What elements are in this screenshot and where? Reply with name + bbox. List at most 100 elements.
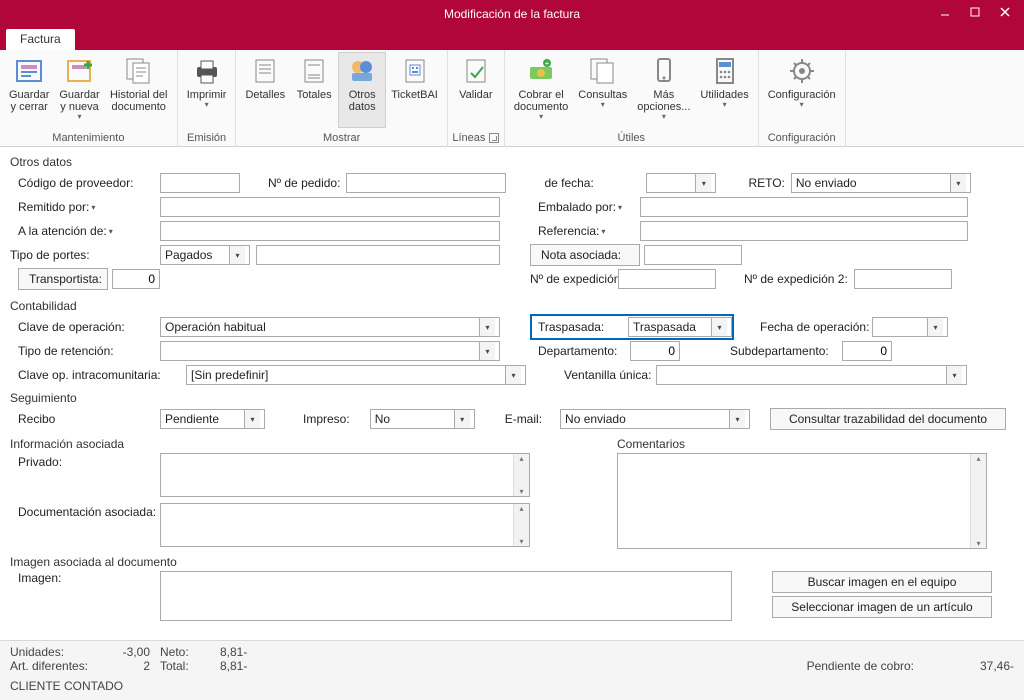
btn-nota-asociada[interactable]: Nota asociada: xyxy=(530,244,640,266)
lbl-remitido[interactable]: Remitido por: xyxy=(10,197,160,217)
input-exp2[interactable] xyxy=(854,269,952,289)
section-contabilidad: Contabilidad xyxy=(10,299,1014,313)
validar-icon xyxy=(460,55,492,87)
combo-tipo-ret[interactable]: ▾ xyxy=(160,341,500,361)
textarea-doc-asoc[interactable]: ▴▾ xyxy=(160,503,530,547)
otros-datos-button[interactable]: Otros datos xyxy=(338,52,386,128)
ribbon: Guardar y cerrar Guardar y nueva▾ Histor… xyxy=(0,50,1024,147)
detalles-icon xyxy=(249,55,281,87)
input-embalado[interactable] xyxy=(640,197,968,217)
scrollbar[interactable]: ▴▾ xyxy=(970,454,986,548)
textarea-comentarios[interactable]: ▴▾ xyxy=(617,453,987,549)
combo-tipo-portes[interactable]: Pagados▾ xyxy=(160,245,250,265)
combo-traspasada[interactable]: Traspasada▾ xyxy=(628,317,732,337)
otros-datos-icon xyxy=(346,55,378,87)
ft-total-lbl: Total: xyxy=(160,659,220,673)
input-cod-prov[interactable] xyxy=(160,173,240,193)
lbl-reto: RETO: xyxy=(740,173,784,193)
maximize-button[interactable] xyxy=(960,0,990,24)
lbl-exp2: Nº de expedición 2: xyxy=(736,269,848,289)
textarea-privado[interactable]: ▴▾ xyxy=(160,453,530,497)
status-bar: Unidades: -3,00 Neto: 8,81- Art. diferen… xyxy=(0,640,1024,700)
ft-neto-lbl: Neto: xyxy=(160,645,220,659)
ft-art-val: 2 xyxy=(90,659,150,673)
ticketbai-button[interactable]: TicketBAI xyxy=(386,52,443,128)
history-icon xyxy=(123,55,155,87)
lbl-exp1: Nº de expedición 1: xyxy=(500,269,614,289)
input-atencion[interactable] xyxy=(160,221,500,241)
lbl-embalado[interactable]: Embalado por: xyxy=(530,197,640,217)
group-emision-label: Emisión xyxy=(178,132,236,147)
lbl-traspasada: Traspasada: xyxy=(532,317,628,337)
ft-total-val: 8,81- xyxy=(220,659,270,673)
combo-reto[interactable]: No enviado▾ xyxy=(791,173,971,193)
utilidades-button[interactable]: Utilidades▾ xyxy=(695,52,753,128)
btn-buscar-imagen[interactable]: Buscar imagen en el equipo xyxy=(772,571,992,593)
input-referencia[interactable] xyxy=(640,221,968,241)
lbl-referencia[interactable]: Referencia: xyxy=(530,221,640,241)
btn-transportista[interactable]: Transportista: xyxy=(18,268,108,290)
combo-fecha-op[interactable]: ▾ xyxy=(872,317,948,337)
combo-clave-intra[interactable]: [Sin predefinir]▾ xyxy=(186,365,526,385)
input-transportista[interactable] xyxy=(112,269,160,289)
validar-button[interactable]: Validar xyxy=(452,52,500,128)
combo-email[interactable]: No enviado▾ xyxy=(560,409,750,429)
historial-button[interactable]: Historial del documento xyxy=(105,52,173,128)
section-info-asoc: Información asociada xyxy=(10,437,605,451)
input-remitido[interactable] xyxy=(160,197,500,217)
combo-recibo[interactable]: Pendiente▾ xyxy=(160,409,265,429)
minimize-button[interactable] xyxy=(930,0,960,24)
scrollbar[interactable]: ▴▾ xyxy=(513,454,529,496)
group-mantenimiento-label: Mantenimiento xyxy=(0,132,177,147)
lbl-email: E-mail: xyxy=(497,409,542,429)
input-nota-asoc[interactable] xyxy=(644,245,742,265)
lbl-imagen: Imagen: xyxy=(10,571,160,621)
input-portes-extra[interactable] xyxy=(256,245,500,265)
totales-button[interactable]: Totales xyxy=(290,52,338,128)
lbl-subdep: Subdepartamento: xyxy=(722,341,842,361)
input-subdep[interactable] xyxy=(842,341,892,361)
input-num-pedido[interactable] xyxy=(346,173,506,193)
combo-clave-op[interactable]: Operación habitual▾ xyxy=(160,317,500,337)
lbl-atencion[interactable]: A la atención de: xyxy=(10,221,160,241)
lbl-num-pedido: Nº de pedido: xyxy=(260,173,340,193)
tab-row: Factura xyxy=(0,28,1024,50)
btn-sel-imagen[interactable]: Seleccionar imagen de un artículo xyxy=(772,596,992,618)
combo-ventanilla[interactable]: ▾ xyxy=(656,365,967,385)
input-exp1[interactable] xyxy=(618,269,716,289)
image-preview xyxy=(160,571,732,621)
consultas-button[interactable]: Consultas▾ xyxy=(573,52,632,128)
ft-neto-val: 8,81- xyxy=(220,645,270,659)
btn-trazabilidad[interactable]: Consultar trazabilidad del documento xyxy=(770,408,1006,430)
guardar-nueva-button[interactable]: Guardar y nueva▾ xyxy=(54,52,104,128)
group-mostrar-label: Mostrar xyxy=(236,132,446,147)
lineas-dialog-launcher-icon[interactable] xyxy=(489,133,499,143)
traspasada-highlight: Traspasada: Traspasada▾ xyxy=(530,314,734,340)
section-comentarios: Comentarios xyxy=(617,437,1014,451)
ft-unidades-lbl: Unidades: xyxy=(10,645,90,659)
tab-factura[interactable]: Factura xyxy=(6,29,75,50)
svg-text:+: + xyxy=(545,59,550,68)
gear-icon xyxy=(786,55,818,87)
configuracion-button[interactable]: Configuración▾ xyxy=(763,52,841,128)
scrollbar[interactable]: ▴▾ xyxy=(513,504,529,546)
mas-opciones-button[interactable]: Más opciones...▾ xyxy=(632,52,695,128)
phone-icon xyxy=(648,55,680,87)
ft-cliente: CLIENTE CONTADO xyxy=(10,679,1014,693)
group-utiles-label: Útiles xyxy=(505,132,758,147)
guardar-cerrar-button[interactable]: Guardar y cerrar xyxy=(4,52,54,128)
combo-de-fecha[interactable]: ▾ xyxy=(646,173,716,193)
close-button[interactable] xyxy=(990,0,1020,24)
lbl-clave-intra: Clave op. intracomunitaria: xyxy=(10,365,186,385)
save-new-icon xyxy=(64,55,96,87)
lbl-recibo: Recibo xyxy=(10,409,160,429)
imprimir-button[interactable]: Imprimir▾ xyxy=(182,52,232,128)
combo-impreso[interactable]: No▾ xyxy=(370,409,475,429)
cobrar-icon: + xyxy=(525,55,557,87)
lbl-impreso: Impreso: xyxy=(295,409,350,429)
lbl-doc-asoc: Documentación asociada: xyxy=(10,503,160,523)
detalles-button[interactable]: Detalles xyxy=(240,52,290,128)
lbl-tipo-ret: Tipo de retención: xyxy=(10,341,160,361)
cobrar-button[interactable]: + Cobrar el documento▾ xyxy=(509,52,573,128)
input-departamento[interactable] xyxy=(630,341,680,361)
